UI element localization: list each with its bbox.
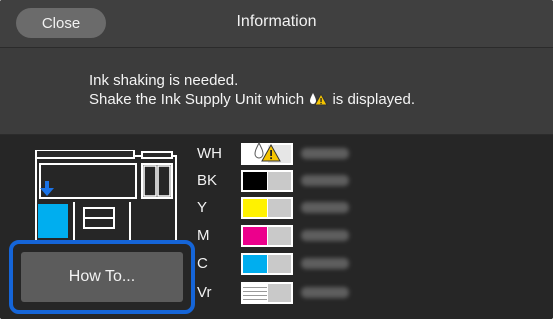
ink-fill [243,227,267,245]
ink-label: BK [197,172,218,189]
ink-empty [268,255,291,273]
page-title: Information [236,13,317,30]
ink-level-bar [241,197,293,219]
screen: Close Information Ink shaking is needed.… [0,0,553,319]
ink-code-blurred [301,175,349,186]
message-line-1: Ink shaking is needed. [89,72,239,89]
ink-level-bar [241,225,293,247]
ink-row-vr[interactable]: Vr [197,282,397,304]
ink-fill [243,255,267,273]
ink-code-blurred [301,148,349,159]
ink-shake-warning-icon [254,141,281,162]
message-panel: Ink shaking is needed. Shake the Ink Sup… [0,48,553,134]
arrow-down-icon [40,181,54,196]
ink-label: Vr [197,284,212,301]
ink-code-blurred [301,287,349,298]
ink-level-bar [241,253,293,275]
ink-fill [243,172,267,190]
ink-empty [268,199,291,217]
printer-icon [35,150,177,250]
ink-row-bk[interactable]: BK [197,170,397,192]
ink-row-m[interactable]: M [197,225,397,247]
ink-row-wh[interactable]: WH [197,141,397,165]
ink-code-blurred [301,202,349,213]
ink-level-bar [241,141,293,165]
header-bar: Close Information [0,0,553,47]
ink-empty [268,172,291,190]
ink-level-bar [241,170,293,192]
ink-row-y[interactable]: Y [197,197,397,219]
howto-highlight: How To... [9,240,195,314]
ink-fill-striped [243,284,267,302]
message-line-2-text-end: is displayed. [332,91,416,108]
ink-label: M [197,227,210,244]
howto-button[interactable]: How To... [21,252,183,302]
ink-code-blurred [301,230,349,241]
ink-empty [268,227,291,245]
ink-shake-warning-icon [308,92,329,106]
ink-row-c[interactable]: C [197,253,397,275]
ink-label: Y [197,199,208,216]
ink-level-bar [241,282,293,304]
message-line-2: Shake the Ink Supply Unit which is displ… [89,91,415,108]
ink-label: C [197,255,208,272]
ink-fill [243,199,267,217]
message-line-2-text-start: Shake the Ink Supply Unit which [89,91,305,108]
ink-empty [268,284,291,302]
ink-code-blurred [301,258,349,269]
ink-label: WH [197,145,222,162]
